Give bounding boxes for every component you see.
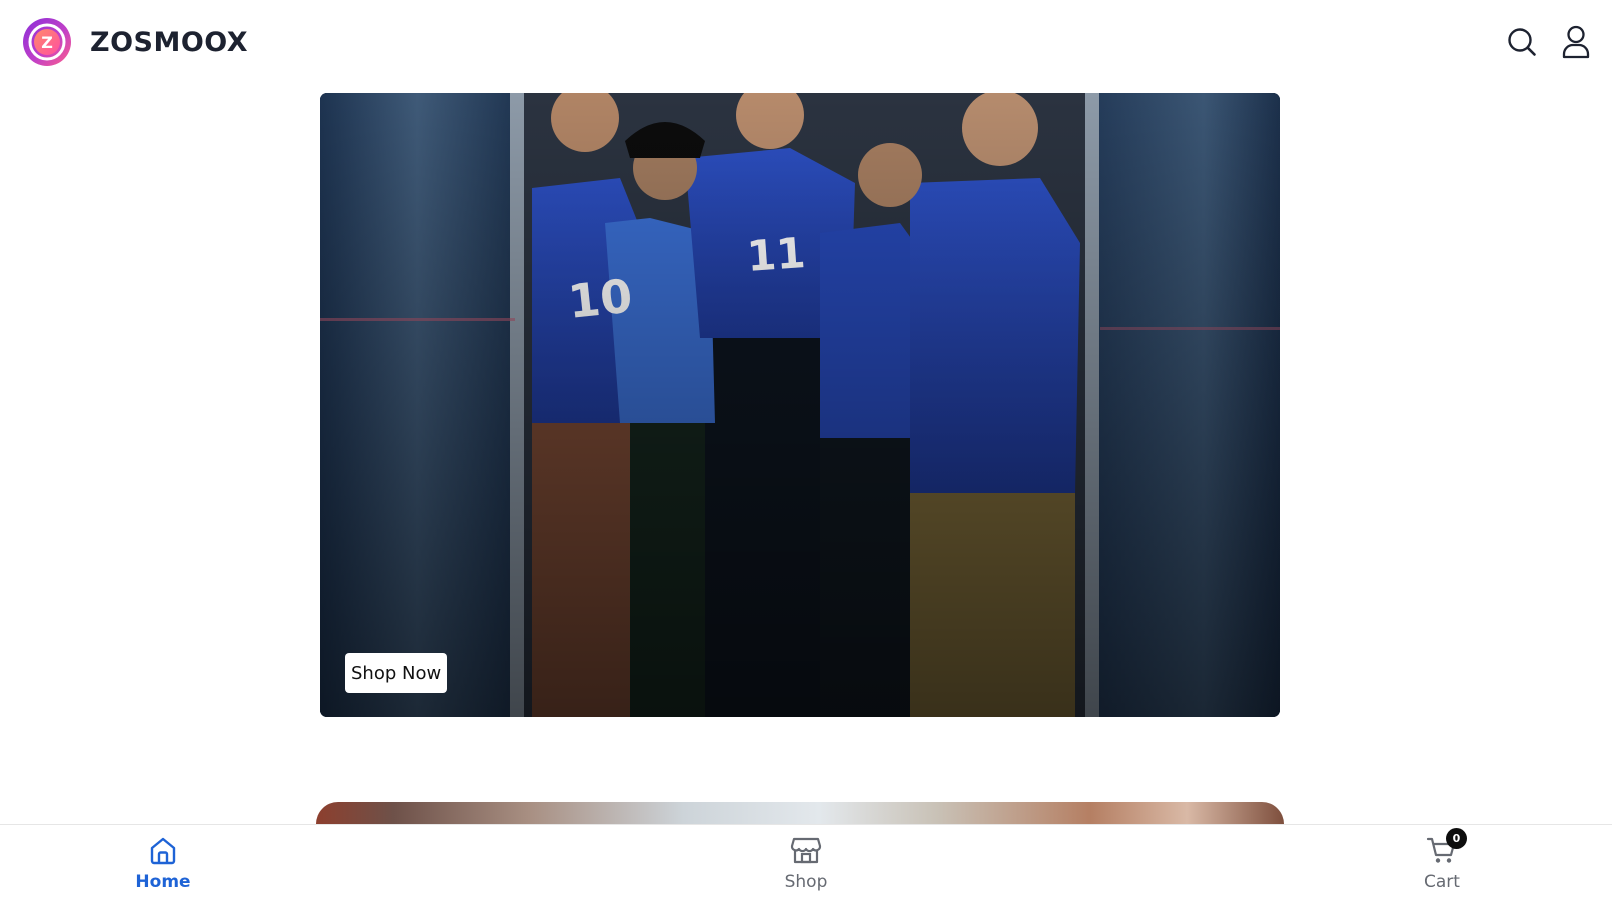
- hero-banner[interactable]: 10 11 Shop Now: [320, 93, 1280, 717]
- cart-count-badge: 0: [1446, 828, 1467, 849]
- cart-icon: 0: [1425, 828, 1467, 867]
- nav-item-cart[interactable]: 0 Cart: [1387, 828, 1497, 895]
- shop-now-button[interactable]: Shop Now: [345, 653, 448, 693]
- brand-logo-icon: Z: [23, 18, 71, 66]
- store-icon: [789, 833, 823, 867]
- search-button[interactable]: [1505, 24, 1539, 60]
- search-icon: [1508, 28, 1536, 56]
- top-header: Z ZOSMOOX: [0, 0, 1612, 88]
- brand-name: ZOSMOOX: [90, 26, 249, 58]
- nav-item-shop[interactable]: Shop: [751, 833, 861, 895]
- account-button[interactable]: [1559, 24, 1593, 60]
- nav-item-home[interactable]: Home: [108, 833, 218, 895]
- page: Z ZOSMOOX Shop Now Home Shop 0 Cart: [0, 0, 1612, 898]
- nav-label-home: Home: [135, 872, 191, 892]
- user-icon: [1562, 25, 1590, 59]
- nav-label-shop: Shop: [784, 872, 828, 892]
- home-icon: [146, 833, 180, 867]
- hero-image: 10 11: [320, 93, 1280, 717]
- nav-label-cart: Cart: [1424, 872, 1460, 892]
- logo-letter: Z: [41, 33, 53, 52]
- bottom-navigation: Home Shop 0 Cart: [0, 824, 1612, 898]
- brand-logo-link[interactable]: Z ZOSMOOX: [22, 17, 248, 67]
